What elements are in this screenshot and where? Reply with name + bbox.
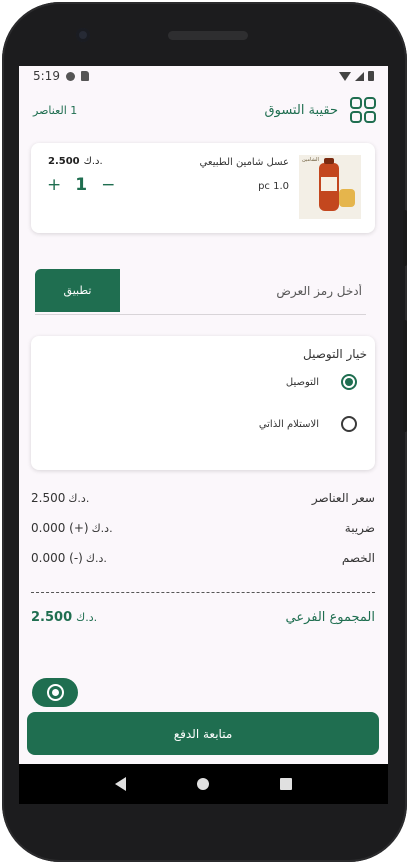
radio-unselected-icon[interactable] bbox=[341, 416, 357, 432]
whatsapp-button[interactable] bbox=[32, 678, 78, 707]
tax-amount: 0.000 (+) bbox=[31, 521, 89, 535]
home-icon[interactable] bbox=[196, 778, 209, 790]
grid-menu-icon[interactable] bbox=[350, 97, 376, 123]
tax-row: 0.000 (+) د.ك. ضريبة bbox=[31, 518, 375, 538]
product-image: الشامين bbox=[299, 155, 361, 219]
front-camera bbox=[76, 28, 90, 42]
cart-item-count: 1 العناصر bbox=[33, 103, 78, 117]
volume-button bbox=[403, 320, 407, 432]
product-image-brand: الشامين bbox=[302, 157, 319, 163]
delivery-option-pickup[interactable]: الاستلام الذاتي bbox=[259, 416, 357, 432]
discount-row: 0.000 (-) د.ك. الخصم bbox=[31, 548, 375, 568]
subtotal-amount: 2.500 bbox=[31, 609, 73, 625]
items-price-amount: 2.500 bbox=[31, 491, 66, 505]
delivery-options-card: خيار التوصيل التوصيل الاستلام الذاتي bbox=[31, 336, 375, 470]
earpiece-speaker bbox=[168, 31, 248, 40]
increase-quantity-button[interactable]: + bbox=[47, 176, 61, 194]
recent-apps-icon[interactable] bbox=[280, 778, 293, 790]
subtotal-row: 2.500 د.ك. المجموع الفرعي bbox=[31, 606, 375, 628]
promo-code-row: تطبيق bbox=[35, 269, 366, 315]
promo-code-input[interactable] bbox=[122, 269, 366, 312]
subtotal-currency: د.ك. bbox=[76, 610, 98, 624]
settings-notification-icon bbox=[65, 71, 75, 81]
summary-divider bbox=[31, 592, 375, 593]
delivery-option-label: الاستلام الذاتي bbox=[258, 418, 319, 430]
decrease-quantity-button[interactable]: − bbox=[101, 176, 115, 194]
product-price: 2.500 د.ك. bbox=[48, 156, 103, 167]
discount-currency: د.ك. bbox=[85, 552, 107, 565]
items-price-currency: د.ك. bbox=[68, 492, 90, 505]
page-title: حقيبة التسوق bbox=[264, 102, 338, 118]
product-unit: pc 1.0 bbox=[258, 181, 289, 192]
discount-label: الخصم bbox=[341, 551, 375, 565]
back-icon[interactable] bbox=[114, 777, 126, 791]
sim-card-icon bbox=[80, 71, 89, 81]
app-bar: حقيبة التسوق 1 العناصر bbox=[19, 90, 388, 130]
quantity-stepper: + 1 − bbox=[47, 175, 115, 195]
power-button bbox=[403, 210, 407, 266]
product-price-currency: د.ك. bbox=[83, 156, 103, 167]
checkout-button[interactable]: متابعة الدفع bbox=[27, 712, 379, 755]
whatsapp-icon bbox=[46, 684, 64, 701]
android-nav-bar bbox=[19, 764, 388, 804]
app-screen: 5:19 حقيبة التسوق 1 العناصر الشامين عسل … bbox=[19, 66, 388, 764]
status-bar: 5:19 bbox=[19, 66, 388, 86]
battery-icon bbox=[368, 71, 374, 81]
delivery-option-delivery[interactable]: التوصيل bbox=[286, 374, 357, 390]
tax-currency: د.ك. bbox=[91, 522, 113, 535]
signal-icon bbox=[355, 71, 364, 81]
product-price-amount: 2.500 bbox=[48, 156, 80, 167]
discount-amount: 0.000 (-) bbox=[31, 551, 83, 565]
radio-selected-icon[interactable] bbox=[341, 374, 357, 390]
items-price-label: سعر العناصر bbox=[311, 491, 375, 505]
subtotal-label: المجموع الفرعي bbox=[285, 609, 375, 625]
tax-label: ضريبة bbox=[344, 521, 375, 535]
apply-promo-button[interactable]: تطبيق bbox=[35, 269, 120, 312]
quantity-value: 1 bbox=[75, 175, 88, 195]
status-time: 5:19 bbox=[33, 69, 60, 83]
product-name: عسل شامين الطبيعي bbox=[199, 157, 289, 168]
wifi-icon bbox=[339, 71, 351, 81]
delivery-options-title: خيار التوصيل bbox=[302, 347, 367, 361]
items-price-row: 2.500 د.ك. سعر العناصر bbox=[31, 488, 375, 508]
delivery-option-label: التوصيل bbox=[285, 376, 319, 388]
cart-item-card: الشامين عسل شامين الطبيعي pc 1.0 2.500 د… bbox=[31, 143, 375, 233]
